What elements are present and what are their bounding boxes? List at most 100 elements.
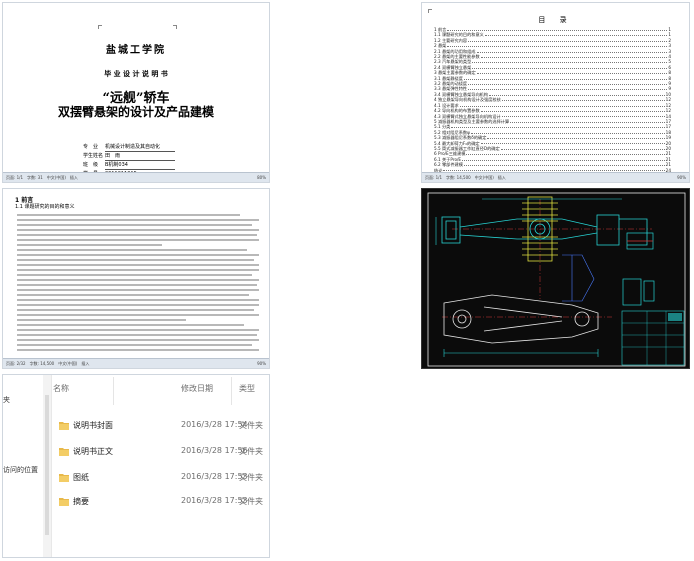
toc-leader-dots (501, 97, 665, 102)
folder-icon (59, 474, 69, 482)
column-divider[interactable] (231, 377, 232, 405)
text-line-placeholder (17, 269, 259, 271)
status-text: 页面: 2/32 字数: 14,500 中文(中国) 插入 (6, 361, 90, 366)
university-name: 盐城工学院 (106, 45, 166, 56)
side-view (622, 232, 655, 306)
cad-drawing (427, 192, 686, 367)
folder-name: 说明书正文 (73, 447, 113, 456)
toc-leader-dots (476, 70, 668, 75)
toc-leader-dots (468, 86, 668, 91)
zoom-level[interactable]: 90% (257, 359, 266, 368)
toc-leader-dots (484, 32, 668, 37)
text-line-placeholder (17, 344, 252, 346)
folder-row[interactable]: 说明书封面 2016/3/28 17:54 文件夹 (51, 417, 269, 433)
text-line-placeholder (17, 339, 259, 341)
status-bar: 页面: 1/1 字数: 14,500 中文(中国) 插入 90% (422, 172, 689, 182)
folder-icon (59, 498, 69, 506)
folder-type: 文件夹 (239, 497, 263, 506)
title-block (621, 310, 685, 366)
folder-name: 说明书封面 (73, 421, 113, 430)
info-label: 班 级 (83, 162, 99, 168)
file-explorer-screenshot: 夹 访问的位置 名称 修改日期 类型 说明书封面 2016/3/28 17:54… (2, 374, 270, 558)
text-line-placeholder (17, 319, 187, 321)
body-text-lines (17, 211, 259, 354)
info-label: 学生姓名 (83, 153, 104, 159)
text-line-placeholder (17, 294, 250, 296)
text-line-placeholder (17, 234, 257, 236)
toc-leader-dots (463, 162, 665, 167)
folder-row[interactable]: 图纸 2016/3/28 17:53 文件夹 (51, 469, 269, 485)
nav-item[interactable]: 访问的位置 (3, 465, 38, 475)
text-line-placeholder (17, 279, 259, 281)
info-label: 专 业 (83, 144, 99, 150)
corner-mark (428, 9, 432, 13)
column-header-date[interactable]: 修改日期 (181, 383, 213, 394)
folder-date: 2016/3/28 17:54 (181, 420, 248, 429)
thesis-title-line2: 双摆臂悬架的设计及产品建模 (57, 105, 214, 119)
text-line-placeholder (17, 219, 259, 221)
info-value: 机械设计制造及其自动化 (105, 143, 175, 152)
text-line-placeholder (17, 299, 259, 301)
dimension-lines (435, 198, 622, 357)
column-header-name[interactable]: 名称 (53, 383, 69, 394)
text-line-placeholder (17, 284, 257, 286)
toc-leader-dots (480, 108, 665, 112)
toc-leader-dots (459, 103, 665, 107)
folder-name: 图纸 (73, 473, 89, 482)
body-page-screenshot: 1 前言 1.1 课题研究的目的和意义 页面: 2/32 字数: 14,500 … (2, 188, 270, 369)
column-divider[interactable] (113, 377, 114, 405)
status-bar: 页面: 1/1 字数: 31 中文(中国) 插入 80% (3, 172, 269, 182)
toc-leader-dots (472, 65, 668, 69)
zoom-level[interactable]: 80% (257, 173, 266, 182)
column-header-type[interactable]: 类型 (239, 383, 255, 394)
info-value: 田 雨 (105, 152, 175, 161)
toc-leader-dots (470, 130, 665, 134)
folder-type: 文件夹 (239, 421, 263, 430)
toc-leader-dots (447, 27, 668, 31)
nav-item[interactable]: 夹 (3, 395, 10, 405)
folder-type: 文件夹 (239, 447, 263, 456)
toc-leader-dots (501, 114, 665, 118)
folder-row[interactable]: 说明书正文 2016/3/28 17:56 文件夹 (51, 443, 269, 459)
lower-arm-view (443, 294, 599, 344)
text-line-placeholder (17, 254, 259, 256)
text-line-placeholder (17, 239, 259, 241)
toc-leader-dots (462, 157, 665, 161)
toc-leader-dots (468, 38, 668, 42)
status-bar: 页面: 2/32 字数: 14,500 中文(中国) 插入 90% (3, 358, 269, 368)
text-line-placeholder (17, 214, 240, 216)
toc-leader-dots (489, 92, 665, 96)
text-line-placeholder (17, 309, 255, 311)
nav-scrollbar[interactable] (43, 375, 52, 557)
status-text: 页面: 1/1 字数: 14,500 中文(中国) 插入 (425, 175, 506, 180)
info-row: 专 业机械设计制造及其自动化 (83, 143, 175, 152)
info-row: 学生姓名田 雨 (83, 152, 175, 161)
folder-name: 摘要 (73, 497, 89, 506)
toc-page-screenshot: 目 录 1 前言 1 1.1 课题研究的目的和意义 1 1.2 主要研究内容 2 2 悬架 3… (421, 2, 690, 183)
scrollbar-thumb[interactable] (45, 395, 49, 535)
toc-leader-dots (468, 81, 668, 85)
navigation-pane: 夹 访问的位置 (3, 375, 44, 557)
toc-leader-dots (480, 54, 668, 58)
toc-leader-dots (451, 124, 665, 129)
corner-mark (98, 25, 102, 29)
toc-title: 目 录 (538, 16, 573, 24)
folder-icon (59, 448, 69, 456)
toc-leader-dots (463, 76, 668, 80)
info-row: 班 级 B机制034 (83, 161, 175, 170)
folder-date: 2016/3/28 17:53 (181, 496, 248, 505)
toc-leader-dots (500, 146, 665, 150)
text-line-placeholder (17, 274, 252, 276)
folder-row[interactable]: 摘要 2016/3/28 17:53 文件夹 (51, 493, 269, 509)
text-line-placeholder (17, 264, 259, 266)
toc-leader-dots (480, 141, 665, 145)
upper-arm-view (441, 214, 648, 246)
toc-leader-dots (476, 49, 668, 53)
zoom-level[interactable]: 90% (677, 173, 686, 182)
text-line-placeholder (17, 289, 259, 291)
text-line-placeholder (17, 259, 255, 261)
text-line-placeholder (17, 249, 247, 251)
cover-page-screenshot: 盐城工学院 毕 业 设 计 说 明 书 “远舰”轿车 双摆臂悬架的设计及产品建模… (2, 2, 270, 183)
folder-icon (59, 422, 69, 430)
text-line-placeholder (17, 224, 252, 226)
